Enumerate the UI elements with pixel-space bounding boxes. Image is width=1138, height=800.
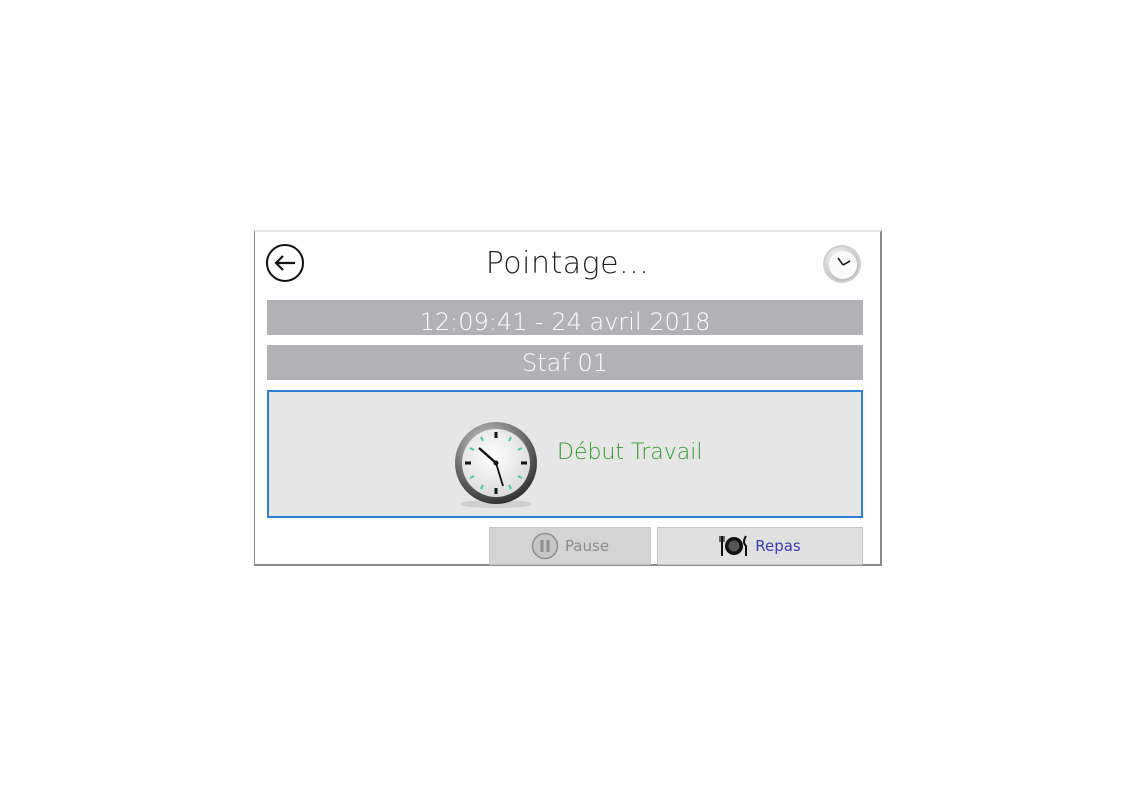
clock-icon — [455, 422, 537, 508]
clock-icon — [823, 245, 861, 283]
dialog-title: Pointage... — [485, 246, 650, 281]
start-work-label: Début Travail — [557, 440, 703, 465]
plate-cutlery-icon — [719, 535, 748, 556]
start-work-button[interactable]: Début Travail — [267, 390, 863, 518]
meal-button[interactable]: Repas — [657, 527, 863, 565]
pause-label: Pause — [564, 537, 610, 555]
meal-label: Repas — [755, 537, 801, 555]
pause-button[interactable]: Pause — [489, 527, 651, 565]
pause-icon — [531, 532, 559, 560]
pointage-dialog: Pointage... 12:09:41 - 24 avril 2018 Sta… — [254, 230, 882, 566]
staff-bar: Staf 01 — [267, 345, 863, 380]
datetime-bar: 12:09:41 - 24 avril 2018 — [267, 300, 863, 335]
